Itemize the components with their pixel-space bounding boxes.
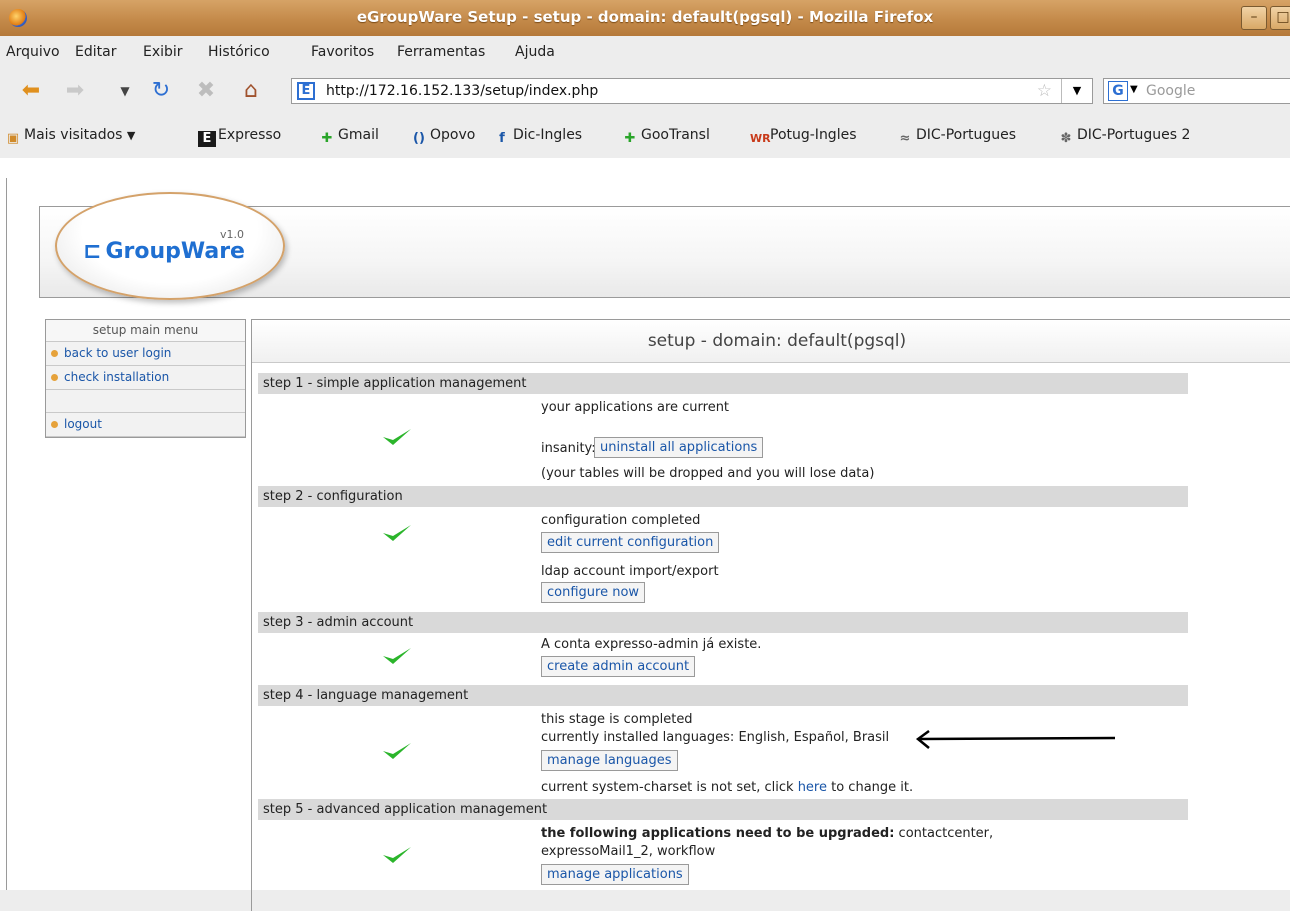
upgrade-notice: the following applications need to be up… <box>541 826 994 841</box>
bullet-icon <box>51 350 58 357</box>
home-icon[interactable]: ⌂ <box>238 78 264 104</box>
minimize-button[interactable]: – <box>1241 6 1267 30</box>
google-icon[interactable]: G <box>1108 81 1128 101</box>
bookmark-opovo[interactable]: () Opovo <box>410 127 475 147</box>
wordreference-icon: WR <box>750 132 771 145</box>
step3-header: step 3 - admin account <box>258 612 1188 633</box>
menu-arquivo[interactable]: Arquivo <box>6 44 60 60</box>
bookmark-expresso[interactable]: E Expresso <box>198 127 281 147</box>
checkmark-icon <box>382 522 412 544</box>
menu-editar[interactable]: Editar <box>75 44 116 60</box>
window-titlebar: eGroupWare Setup - setup - domain: defau… <box>0 0 1290 36</box>
navigation-toolbar: ⬅ ➡ ▼ ↻ ✖ ⌂ E http://172.16.152.133/setu… <box>0 66 1290 114</box>
menu-ajuda[interactable]: Ajuda <box>515 44 555 60</box>
back-icon[interactable]: ⬅ <box>18 78 44 104</box>
edit-current-configuration-button[interactable]: edit current configuration <box>541 532 720 553</box>
upgrade-apps-continued: expressoMail1_2, workflow <box>541 844 716 859</box>
window-title: eGroupWare Setup - setup - domain: defau… <box>356 8 934 26</box>
dictionary-icon: f <box>499 131 505 146</box>
folder-icon: ▣ <box>6 131 20 146</box>
bookmark-potug-ingles[interactable]: WRPotug-Ingles <box>750 127 857 147</box>
step2-status: configuration completed <box>541 513 701 528</box>
bullet-icon <box>51 421 58 428</box>
page-frame: v1.0 ⊏ GroupWare setup main menu back to … <box>6 178 1290 911</box>
chevron-down-icon: ▼ <box>126 129 136 142</box>
maximize-button[interactable]: □ <box>1270 6 1290 30</box>
step5-header: step 5 - advanced application management <box>258 799 1188 820</box>
checkmark-icon <box>382 645 412 667</box>
menu-favoritos[interactable]: Favoritos <box>311 44 374 60</box>
bookmark-gootransl[interactable]: ✚ GooTransl <box>621 127 710 147</box>
manage-applications-button[interactable]: manage applications <box>541 864 689 885</box>
checkmark-icon <box>382 740 412 762</box>
sidebar-item-check-installation[interactable]: check installation <box>46 366 245 390</box>
stop-icon[interactable]: ✖ <box>193 78 219 104</box>
step1-header: step 1 - simple application management <box>258 373 1188 394</box>
page-title: setup - domain: default(pgsql) <box>252 320 1290 363</box>
url-text: http://172.16.152.133/setup/index.php <box>326 83 599 99</box>
egroupware-logo: v1.0 ⊏ GroupWare <box>55 192 285 300</box>
expresso-icon: E <box>198 131 216 147</box>
bookmark-gmail[interactable]: ✚ Gmail <box>318 127 379 147</box>
bookmark-star-icon[interactable]: ☆ <box>1037 81 1052 101</box>
history-dropdown-icon[interactable]: ▼ <box>112 78 138 104</box>
step3-status: A conta expresso-admin já existe. <box>541 637 762 652</box>
egroupware-favicon-icon: E <box>297 82 315 100</box>
checkmark-icon <box>382 426 412 448</box>
search-bar[interactable]: G ▼ Google <box>1103 78 1290 104</box>
sidebar-item-back-to-user-login[interactable]: back to user login <box>46 342 245 366</box>
create-admin-account-button[interactable]: create admin account <box>541 656 696 677</box>
manage-languages-button[interactable]: manage languages <box>541 750 678 771</box>
step2-header: step 2 - configuration <box>258 486 1188 507</box>
step1-insanity-label: insanity: <box>541 441 596 456</box>
bookmarks-toolbar: ▣ Mais visitados ▼ E Expresso ✚ Gmail () Opo… <box>0 114 1290 159</box>
sidebar-spacer <box>46 390 245 413</box>
dictionary-portugues-icon: ≈ <box>899 131 911 146</box>
step4-header: step 4 - language management <box>258 685 1188 706</box>
menu-historico[interactable]: Histórico <box>208 44 270 60</box>
google-bookmark-icon: ✚ <box>321 131 333 146</box>
google-translate-icon: ✚ <box>624 131 636 146</box>
step1-note: (your tables will be dropped and you wil… <box>541 466 875 481</box>
setup-main-panel: setup - domain: default(pgsql) step 1 - … <box>251 319 1290 911</box>
url-bar[interactable]: E http://172.16.152.133/setup/index.php … <box>291 78 1093 104</box>
url-dropdown-icon[interactable]: ▼ <box>1061 79 1092 103</box>
checkmark-icon <box>382 844 412 866</box>
charset-notice: current system-charset is not set, click… <box>541 780 914 795</box>
installed-languages: currently installed languages: English, … <box>541 730 890 745</box>
reload-icon[interactable]: ↻ <box>148 78 174 104</box>
bookmark-dic-portugues[interactable]: ≈ DIC-Portugues <box>896 127 1016 147</box>
annotation-arrow-icon <box>915 730 1116 749</box>
sidebar-item-logout[interactable]: logout <box>46 413 245 437</box>
bookmark-mais-visitados[interactable]: ▣ Mais visitados ▼ <box>4 127 136 147</box>
bullet-icon <box>51 374 58 381</box>
step1-status: your applications are current <box>541 400 730 415</box>
bookmark-dic-ingles[interactable]: f Dic-Ingles <box>493 127 582 147</box>
configure-now-button[interactable]: configure now <box>541 582 646 603</box>
logo-text: ⊏ GroupWare <box>83 239 245 264</box>
page-content: v1.0 ⊏ GroupWare setup main menu back to … <box>0 158 1290 911</box>
ldap-label: ldap account import/export <box>541 564 719 579</box>
sidebar-title: setup main menu <box>46 320 245 342</box>
charset-here-link[interactable]: here <box>798 780 827 795</box>
menu-ferramentas[interactable]: Ferramentas <box>397 44 485 60</box>
forward-icon[interactable]: ➡ <box>62 78 88 104</box>
step4-status: this stage is completed <box>541 712 693 727</box>
opovo-icon: () <box>413 131 425 146</box>
search-placeholder: Google <box>1146 83 1196 99</box>
menubar: Arquivo Editar Exibir Histórico Favorito… <box>0 36 1290 66</box>
dictionary-portugues-2-icon: ✽ <box>1060 131 1072 146</box>
bookmark-dic-portugues-2[interactable]: ✽ DIC-Portugues 2 <box>1057 127 1191 147</box>
menu-exibir[interactable]: Exibir <box>143 44 183 60</box>
setup-main-menu: setup main menu back to user login check… <box>45 319 246 438</box>
search-engine-dropdown-icon[interactable]: ▼ <box>1130 84 1138 95</box>
egroupware-e-icon: ⊏ <box>83 239 102 264</box>
uninstall-all-applications-button[interactable]: uninstall all applications <box>594 437 764 458</box>
